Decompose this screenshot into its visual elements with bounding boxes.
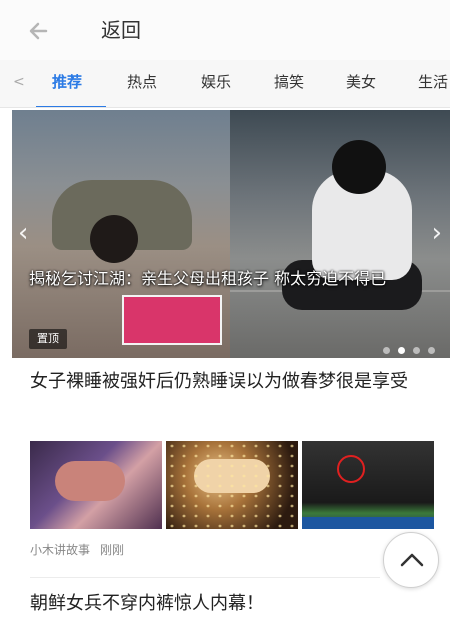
carousel-dot-active[interactable] <box>398 347 405 354</box>
donation-box <box>122 295 222 345</box>
chevron-up-icon <box>400 553 424 567</box>
thumbnail-subject <box>55 461 125 501</box>
list-divider <box>30 577 380 578</box>
thumbnail-image[interactable] <box>166 441 298 529</box>
tab-hot[interactable]: 热点 <box>127 71 157 93</box>
article-source[interactable]: 小木讲故事 <box>30 543 90 557</box>
article-title[interactable]: 朝鲜女兵不穿内裤惊人内幕！ <box>30 591 264 617</box>
tab-entertainment[interactable]: 娱乐 <box>201 71 231 93</box>
thumbnail-image[interactable] <box>302 441 434 529</box>
string-lights <box>166 441 298 529</box>
child-head <box>90 215 138 263</box>
tv-caption-bar <box>302 517 434 529</box>
pinned-badge: 置顶 <box>29 329 67 349</box>
article-meta: 小木讲故事 刚刚 <box>30 541 134 558</box>
article-time: 刚刚 <box>100 543 125 557</box>
back-label[interactable]: 返回 <box>101 16 141 44</box>
featured-carousel[interactable]: ‹ › 揭秘乞讨江湖：亲生父母出租孩子 称太穷迫不得已 置顶 <box>12 110 450 358</box>
carousel-dot[interactable] <box>383 347 390 354</box>
boy-head <box>332 140 386 194</box>
chevron-right-icon[interactable]: › <box>432 218 442 248</box>
top-bar: 返回 <box>0 0 450 60</box>
thumbnail-image[interactable] <box>30 441 162 529</box>
carousel-caption[interactable]: 揭秘乞讨江湖：亲生父母出租孩子 称太穷迫不得已 <box>29 267 439 291</box>
carousel-dot[interactable] <box>428 347 435 354</box>
back-arrow-icon[interactable] <box>24 16 54 46</box>
highlight-circle <box>337 455 365 483</box>
chevron-left-icon[interactable]: ‹ <box>18 218 28 248</box>
category-tabs: < 推荐 热点 娱乐 搞笑 美女 生活 <box>0 60 450 108</box>
tab-recommended[interactable]: 推荐 <box>52 71 82 93</box>
active-tab-indicator <box>36 106 106 107</box>
article-title[interactable]: 女子裸睡被强奸后仍熟睡误以为做春梦很是享受 <box>30 368 430 396</box>
article-thumbnails[interactable] <box>30 441 434 529</box>
tab-beauty[interactable]: 美女 <box>346 71 376 93</box>
carousel-pagination <box>375 339 435 358</box>
carousel-dot[interactable] <box>413 347 420 354</box>
tab-funny[interactable]: 搞笑 <box>274 71 304 93</box>
tab-life[interactable]: 生活 <box>418 71 448 93</box>
scroll-top-button[interactable] <box>383 532 439 588</box>
tabs-prev-icon[interactable]: < <box>13 74 25 90</box>
